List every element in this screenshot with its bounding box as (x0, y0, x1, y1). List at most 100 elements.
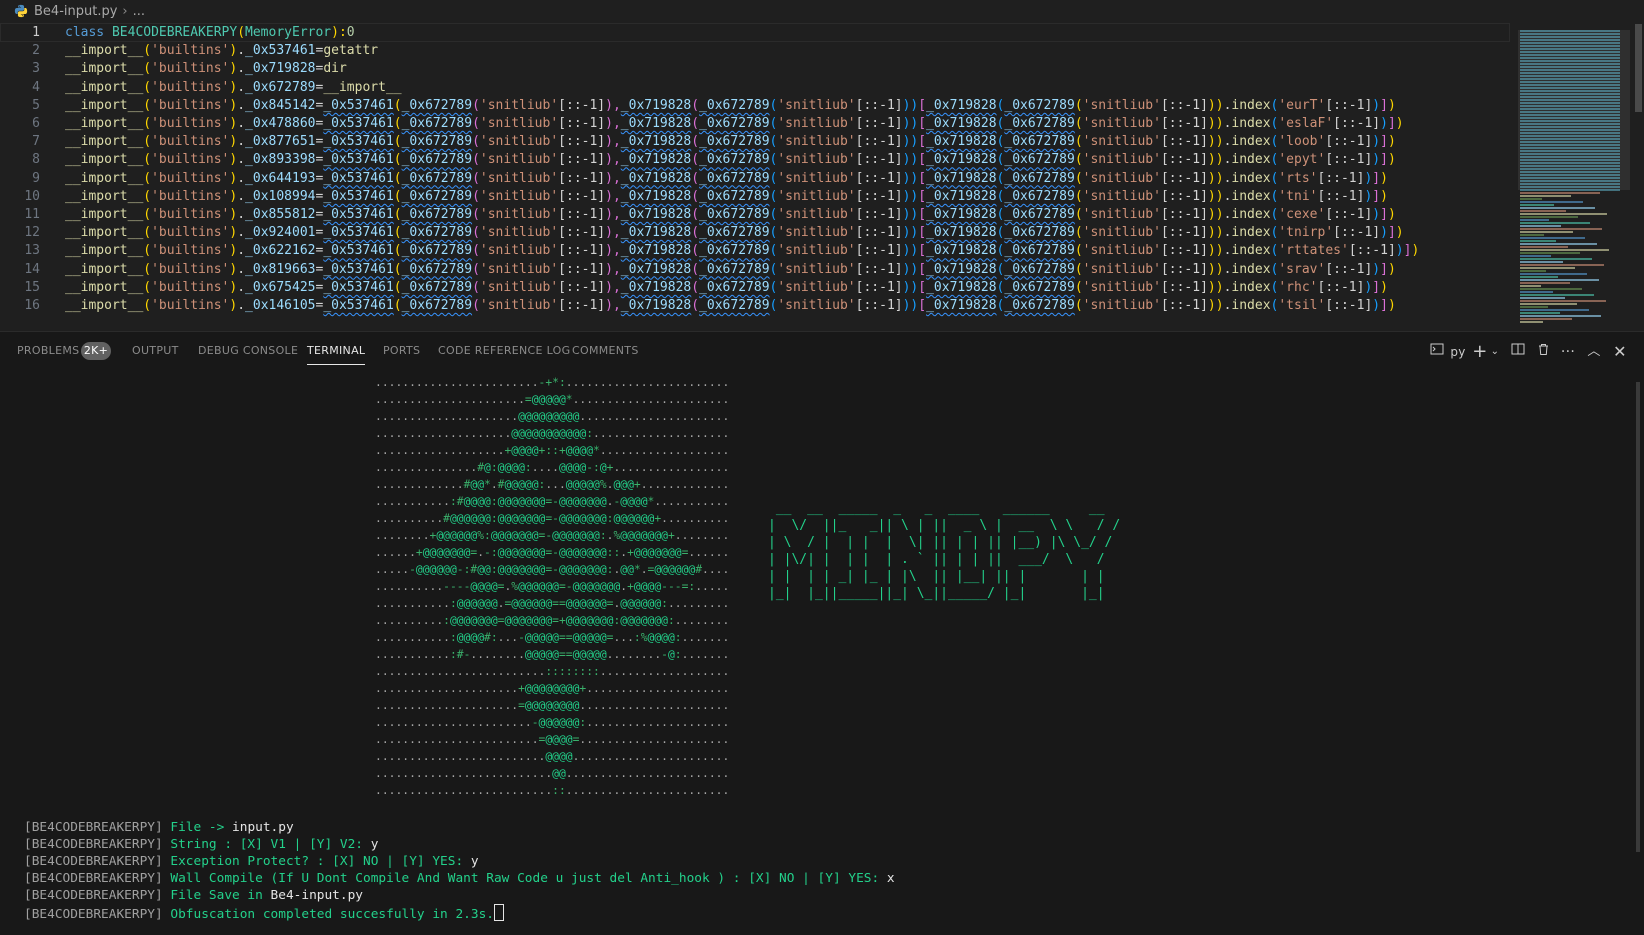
trash-icon[interactable] (1535, 342, 1551, 362)
chevron-down-icon[interactable]: ⌄ (1488, 342, 1502, 362)
tab-debug-console[interactable]: DEBUG CONSOLE (198, 344, 298, 364)
code-text[interactable]: __import__('builtins')._0x719828=dir (65, 59, 347, 78)
ascii-art-row: ..........................@@............… (375, 767, 730, 780)
terminal-name[interactable]: py (1449, 342, 1467, 362)
chevron-up-icon[interactable]: ︿ (1586, 342, 1602, 362)
more-actions-icon[interactable]: ··· (1559, 342, 1577, 362)
function: index (1231, 225, 1271, 241)
minimap-line (1520, 168, 1620, 170)
bracket: ( (1074, 152, 1083, 168)
slice: [::-1] (558, 134, 606, 150)
bracket: ( (691, 261, 700, 277)
code-text[interactable]: __import__('builtins')._0x845142=_0x5374… (65, 96, 1396, 115)
code-text[interactable]: __import__('builtins')._0x146105=_0x5374… (65, 296, 1396, 315)
code-text[interactable]: __import__('builtins')._0x675425=_0x5374… (65, 278, 1388, 297)
code-text[interactable]: class BE4CODEBREAKERPY(MemoryError):0 (65, 23, 355, 42)
bracket: ( (143, 152, 152, 168)
split-terminal-icon[interactable] (1510, 342, 1526, 362)
new-terminal-plus-icon[interactable]: + (1472, 342, 1488, 362)
string: 'snitliub' (777, 116, 856, 131)
editor-scrollbar[interactable] (1632, 22, 1644, 330)
string: 'tnirp' (1278, 225, 1334, 241)
variable: _0x719828 (926, 298, 997, 313)
ascii-art-row: .....................+@@@@@@@@+.........… (375, 682, 730, 695)
code-line[interactable]: 6 __import__('builtins')._0x478860=_0x537… (0, 114, 1510, 133)
code-line[interactable]: 1 class BE4CODEBREAKERPY(MemoryError):0 (0, 23, 1510, 42)
ascii-art-logo: ........................-+*:............… (375, 374, 729, 799)
code-line[interactable]: 8 __import__('builtins')._0x893398=_0x537… (0, 150, 1510, 169)
function: dir (323, 61, 347, 77)
code-text[interactable]: __import__('builtins')._0x855812=_0x5374… (65, 205, 1396, 224)
log-value: y (363, 837, 379, 852)
terminal-log-line: [BE4CODEBREAKERPY] File -> input.py (24, 819, 294, 836)
code-line[interactable]: 16 __import__('builtins')._0x146105=_0x53… (0, 296, 1510, 315)
code-text[interactable]: __import__('builtins')._0x108994=_0x5374… (65, 187, 1388, 206)
code-line[interactable]: 5 __import__('builtins')._0x845142=_0x537… (0, 96, 1510, 115)
tab-terminal[interactable]: TERMINAL (307, 344, 366, 365)
tab-output[interactable]: OUTPUT (132, 344, 179, 364)
minimap-line (1520, 198, 1542, 200)
minimap-line (1520, 120, 1620, 122)
string: 'rts' (1278, 170, 1318, 186)
code-line[interactable]: 10 __import__('builtins')._0x108994=_0x53… (0, 187, 1510, 206)
terminal-icon[interactable] (1428, 342, 1446, 362)
breadcrumb-more[interactable]: ... (133, 4, 145, 19)
string: 'loob' (1278, 134, 1326, 150)
code-text[interactable]: __import__('builtins')._0x622162=_0x5374… (65, 241, 1419, 260)
editor-scrollbar-thumb[interactable] (1635, 24, 1642, 112)
variable: _0x719828 (620, 97, 692, 113)
bracket: ( (691, 170, 700, 186)
bracket: ( (472, 279, 480, 295)
code-text[interactable]: __import__('builtins')._0x924001=_0x5374… (65, 223, 1404, 242)
tab-problems[interactable]: PROBLEMS (17, 344, 79, 364)
function: __import__ (65, 261, 144, 277)
slice: [::-1] (855, 279, 903, 295)
minimap-line (1520, 75, 1620, 77)
terminal-scrollbar[interactable] (1636, 382, 1640, 852)
code-line[interactable]: 14 __import__('builtins')._0x819663=_0x53… (0, 260, 1510, 279)
code-text[interactable]: __import__('builtins')._0x478860=_0x5374… (65, 114, 1404, 133)
log-prefix: [BE4CODEBREAKERPY] (24, 907, 171, 922)
code-line[interactable]: 7 __import__('builtins')._0x877651=_0x537… (0, 132, 1510, 151)
tab-ports[interactable]: PORTS (383, 344, 420, 364)
code-text[interactable]: __import__('builtins')._0x644193=_0x5374… (65, 169, 1388, 188)
code-text[interactable]: __import__('builtins')._0x537461=getattr (65, 41, 378, 60)
code-line[interactable]: 3 __import__('builtins')._0x719828=dir (0, 59, 1510, 78)
problems-count-badge: 2K+ (81, 342, 111, 360)
code-line[interactable]: 9 __import__('builtins')._0x644193=_0x537… (0, 169, 1510, 188)
code-line[interactable]: 13 __import__('builtins')._0x622162=_0x53… (0, 241, 1510, 260)
code-text[interactable]: __import__('builtins')._0x819663=_0x5374… (65, 260, 1396, 279)
function: index (1231, 207, 1271, 222)
minimap-line (1520, 219, 1549, 221)
ascii-art-row: .....................@@@@@@@@@..........… (375, 410, 730, 423)
line-number: 15 (24, 279, 40, 295)
tab-comments[interactable]: COMMENTS (572, 344, 639, 364)
variable: _0x855812 (245, 207, 316, 222)
code-line[interactable]: 4 __import__('builtins')._0x672789=__impo… (0, 78, 1510, 97)
bracket: ( (472, 298, 480, 313)
breadcrumb-file[interactable]: Be4-input.py (34, 4, 117, 19)
string: 'cexe' (1278, 207, 1326, 222)
code-line[interactable]: 2 __import__('builtins')._0x537461=getatt… (0, 41, 1510, 60)
code-text[interactable]: __import__('builtins')._0x893398=_0x5374… (65, 150, 1396, 169)
tab-code-reference-log[interactable]: CODE REFERENCE LOG (438, 344, 570, 364)
close-icon[interactable]: ✕ (1612, 342, 1628, 362)
bracket: )) (902, 97, 919, 113)
bracket: ) (1372, 152, 1381, 168)
minimap[interactable] (1518, 22, 1630, 330)
bracket: [ (918, 243, 927, 259)
minimap-line (1520, 255, 1551, 257)
code-line[interactable]: 15 __import__('builtins')._0x675425=_0x53… (0, 278, 1510, 297)
code-editor[interactable]: 1 class BE4CODEBREAKERPY(MemoryError):0 2 _… (0, 22, 1644, 330)
variable: _0x719828 (926, 279, 997, 295)
bracket: ( (143, 261, 152, 277)
line-number: 13 (24, 243, 40, 259)
code-text[interactable]: __import__('builtins')._0x672789=__impor… (65, 78, 402, 97)
bracket: ) (1387, 207, 1396, 222)
code-line[interactable]: 11 __import__('builtins')._0x855812=_0x53… (0, 205, 1510, 224)
code-line[interactable]: 12 __import__('builtins')._0x924001=_0x53… (0, 223, 1510, 242)
ascii-banner: __ __ _____ _ _ ____ ______ __ | \/ ||_ … (768, 501, 1121, 601)
code-text[interactable]: __import__('builtins')._0x877651=_0x5374… (65, 132, 1396, 151)
terminal-output[interactable]: ........................-+*:............… (0, 374, 1640, 934)
bracket: ( (1074, 225, 1083, 241)
